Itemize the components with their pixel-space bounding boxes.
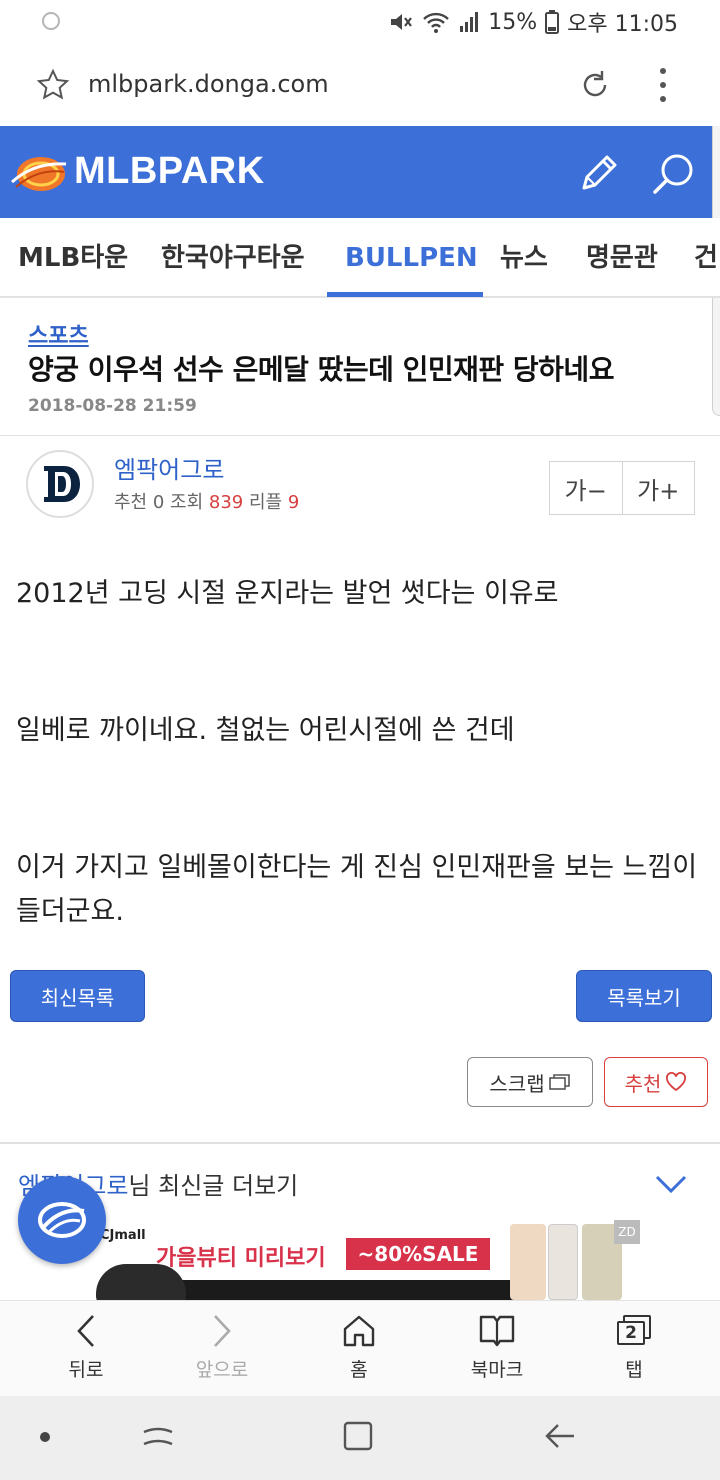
status-icons: 15% 오후 11:05 (388, 8, 678, 37)
signal-icon (460, 12, 479, 32)
back-label: 뒤로 (68, 1359, 104, 1381)
floating-logo-icon (38, 1202, 86, 1238)
home-label: 홈 (350, 1359, 368, 1381)
system-nav-bar (0, 1396, 720, 1480)
ad-product-image (510, 1224, 546, 1300)
browser-toolbar: 뒤로 앞으로 홈 북마크 2 탭 (0, 1300, 720, 1396)
ad-banner[interactable]: CJmall 가을뷰티 미리보기 ~80%SALE (0, 1218, 720, 1300)
chevron-down-icon[interactable] (654, 1174, 688, 1194)
recommend-button[interactable]: 추천 (604, 1057, 708, 1107)
ad-product-image (548, 1224, 578, 1300)
article-paragraph: 일베로 까이네요. 철없는 어린시절에 쓴 건데 (16, 715, 515, 746)
back-button[interactable]: 뒤로 (36, 1313, 136, 1393)
ad-headline: 가을뷰티 미리보기 (156, 1246, 326, 1271)
tab-korea-baseball-town[interactable]: 한국야구타운 (161, 218, 305, 296)
recommend-count: 0 (152, 492, 165, 513)
font-increase-button[interactable]: 가+ (621, 462, 695, 514)
tab-bullpen[interactable]: BULLPEN (345, 218, 478, 296)
nav-dot-icon[interactable] (40, 1432, 50, 1442)
article-paragraph: 이거 가지고 일베몰이한다는 게 진심 인민재판을 보는 느낌이 들더군요. (16, 852, 698, 927)
active-tab-indicator (327, 292, 483, 297)
battery-percent: 15% (488, 9, 538, 35)
latest-list-button[interactable]: 최신목록 (10, 970, 145, 1022)
recommend-label: 추천 (114, 492, 148, 513)
home-button[interactable]: 홈 (309, 1313, 409, 1393)
search-icon[interactable] (650, 150, 698, 198)
ad-content[interactable]: CJmall 가을뷰티 미리보기 ~80%SALE (96, 1220, 626, 1300)
view-list-button[interactable]: 목록보기 (576, 970, 712, 1022)
tabs-label: 탭 (625, 1359, 643, 1381)
recent-apps-icon[interactable] (140, 1418, 176, 1454)
battery-icon (545, 10, 560, 34)
home-icon (343, 1315, 375, 1347)
status-bar: 15% 오후 11:05 (0, 0, 720, 44)
site-logo-text[interactable]: MLBPARK (74, 150, 265, 193)
heart-icon (666, 1072, 687, 1092)
tigers-logo-icon (32, 456, 88, 512)
author-more-posts[interactable]: 엠팍어그로님 최신글 더보기 (0, 1142, 720, 1218)
ad-brand: CJmall (100, 1228, 146, 1243)
more-posts-label: 님 최신글 더보기 (128, 1172, 299, 1200)
scrap-button[interactable]: 스크랩 (467, 1057, 593, 1107)
reload-icon[interactable] (578, 68, 612, 102)
recommend-button-label: 추천 (624, 1071, 662, 1096)
tab-count: 2 (617, 1321, 645, 1345)
font-size-controls: 가− 가+ (549, 461, 695, 515)
article-stats: 추천 0 조회 839 리플 9 (114, 488, 299, 514)
url-field[interactable]: mlbpark.donga.com (88, 70, 329, 98)
tab-hall-of-fame[interactable]: 명문관 (586, 218, 658, 296)
article-paragraph: 2012년 고딩 시절 운지라는 발언 썻다는 이유로 (16, 578, 559, 609)
tab-more[interactable]: 건 (694, 218, 718, 296)
bookmark-star-icon[interactable] (36, 68, 70, 102)
tabs-icon: 2 (615, 1313, 653, 1349)
replies-count: 9 (287, 492, 300, 513)
section-tabs: MLB타운 한국야구타운 BULLPEN 뉴스 명문관 건 (0, 218, 720, 298)
more-menu-icon[interactable] (656, 68, 670, 102)
font-decrease-button[interactable]: 가− (550, 462, 622, 514)
wifi-icon (423, 12, 450, 33)
back-nav-icon[interactable] (542, 1418, 578, 1454)
home-nav-icon[interactable] (340, 1418, 376, 1454)
scrap-label: 스크랩 (489, 1071, 545, 1096)
forward-button[interactable]: 앞으로 (172, 1313, 272, 1393)
replies-label: 리플 (249, 492, 283, 513)
clock: 오후 11:05 (567, 12, 678, 37)
floating-home-button[interactable] (18, 1176, 106, 1264)
article-title: 양궁 이우석 선수 은메달 땄는데 인민재판 당하네요 (28, 353, 614, 386)
avatar[interactable] (26, 450, 94, 518)
forward-label: 앞으로 (195, 1359, 249, 1381)
ad-play-button[interactable] (96, 1264, 186, 1300)
article-header: 스포츠 양궁 이우석 선수 은메달 땄는데 인민재판 당하네요 2018-08-… (0, 300, 720, 436)
article-category-link[interactable]: 스포츠 (28, 318, 89, 350)
views-label: 조회 (170, 492, 204, 513)
article-date: 2018-08-28 21:59 (28, 396, 197, 416)
bookmarks-label: 북마크 (470, 1359, 524, 1381)
tab-news[interactable]: 뉴스 (500, 218, 548, 296)
mlbpark-logo-icon[interactable] (10, 154, 68, 194)
notification-icon (42, 12, 60, 30)
site-header: MLBPARK (0, 126, 712, 218)
back-icon (77, 1315, 94, 1347)
scrap-icon (548, 1074, 570, 1090)
write-pencil-icon[interactable] (576, 150, 622, 196)
forward-icon (214, 1315, 231, 1347)
bookmarks-icon (479, 1315, 515, 1347)
ad-info-badge[interactable]: ZD (614, 1220, 640, 1244)
views-count: 839 (208, 492, 244, 513)
tab-mlb-town[interactable]: MLB타운 (18, 218, 128, 296)
author-name[interactable]: 엠팍어그로 (114, 450, 224, 485)
tabs-button[interactable]: 2 탭 (584, 1313, 684, 1393)
ad-sale-badge: ~80%SALE (346, 1238, 490, 1270)
mute-icon (391, 14, 413, 30)
address-bar: mlbpark.donga.com (0, 44, 720, 126)
bookmarks-button[interactable]: 북마크 (447, 1313, 547, 1393)
